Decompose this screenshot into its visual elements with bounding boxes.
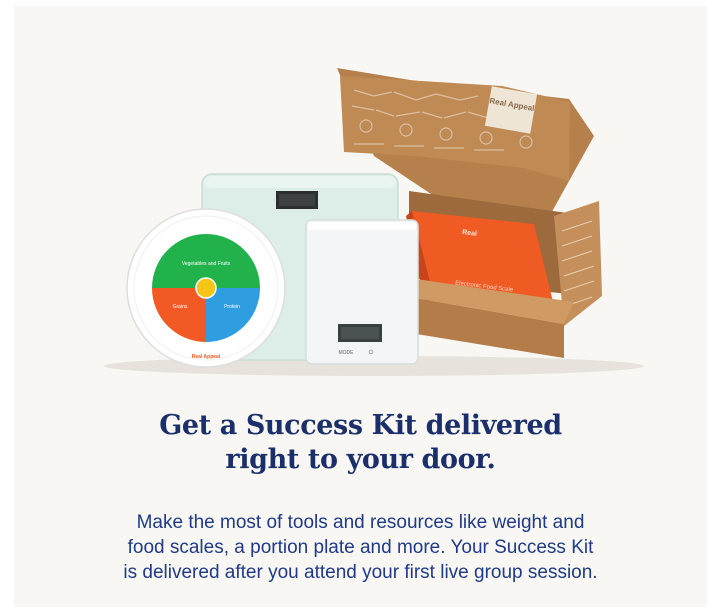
kit-description-line-1: Make the most of tools and resources lik… (136, 512, 585, 533)
kitchen-scale: MODE ⏻ (305, 219, 419, 365)
kit-description-line-2: food scales, a portion plate and more. Y… (127, 537, 594, 558)
portion-plate: Vegetables and Fruits Grains Protein Rea… (126, 208, 286, 368)
success-kit-product-image: Real Appeal Electronic Food Scale Real M… (104, 68, 644, 376)
plate-label-grains: Grains (173, 304, 188, 310)
success-kit-card: Real Appeal Electronic Food Scale Real M… (14, 6, 707, 607)
plate-label-vegetables: Vegetables and Fruits (182, 261, 231, 267)
plate-label-protein: Protein (224, 304, 240, 310)
kit-headline-line-2: right to your door. (225, 444, 496, 475)
plate-brand-text: Real Appeal (192, 354, 221, 360)
kit-headline: Get a Success Kit delivered right to you… (14, 409, 707, 477)
kitchen-scale-mode-label: MODE (339, 350, 355, 356)
kitchen-scale-power-label: ⏻ (369, 349, 374, 356)
kit-headline-line-1: Get a Success Kit delivered (159, 410, 562, 441)
kit-description: Make the most of tools and resources lik… (34, 510, 687, 585)
kit-description-line-3: is delivered after you attend your first… (123, 562, 598, 583)
